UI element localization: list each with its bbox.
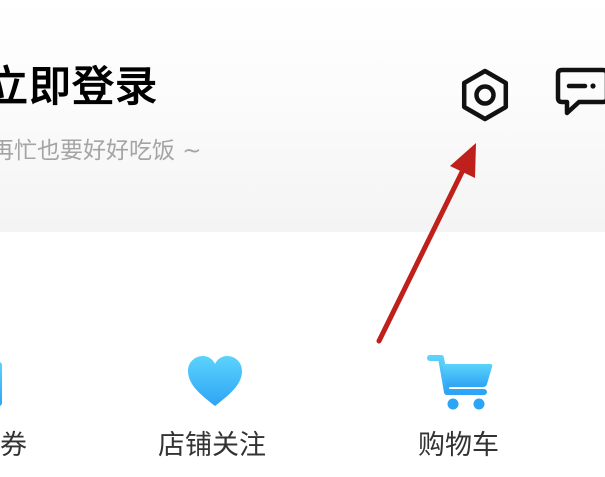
cart-entry[interactable]: 购物车	[418, 350, 508, 470]
message-button[interactable]	[553, 64, 605, 120]
login-subtitle: 再忙也要好好吃饭 ~	[0, 138, 202, 164]
coupon-label: 券	[0, 430, 27, 461]
gear-icon	[461, 68, 509, 122]
profile-page: 立即登录 再忙也要好好吃饭 ~ 券 店铺关注 购物车	[0, 0, 605, 477]
coupon-entry[interactable]: 券	[0, 350, 40, 470]
heart-icon	[188, 356, 242, 406]
message-icon	[555, 67, 605, 116]
profile-header: 立即登录 再忙也要好好吃饭 ~	[0, 0, 605, 232]
cart-icon	[427, 355, 493, 410]
store-follow-entry[interactable]: 店铺关注	[158, 350, 278, 470]
settings-button[interactable]	[458, 68, 512, 122]
store-follow-label: 店铺关注	[158, 430, 266, 461]
login-link[interactable]: 立即登录	[0, 66, 158, 108]
coupon-icon	[0, 362, 2, 406]
cart-label: 购物车	[418, 430, 499, 461]
